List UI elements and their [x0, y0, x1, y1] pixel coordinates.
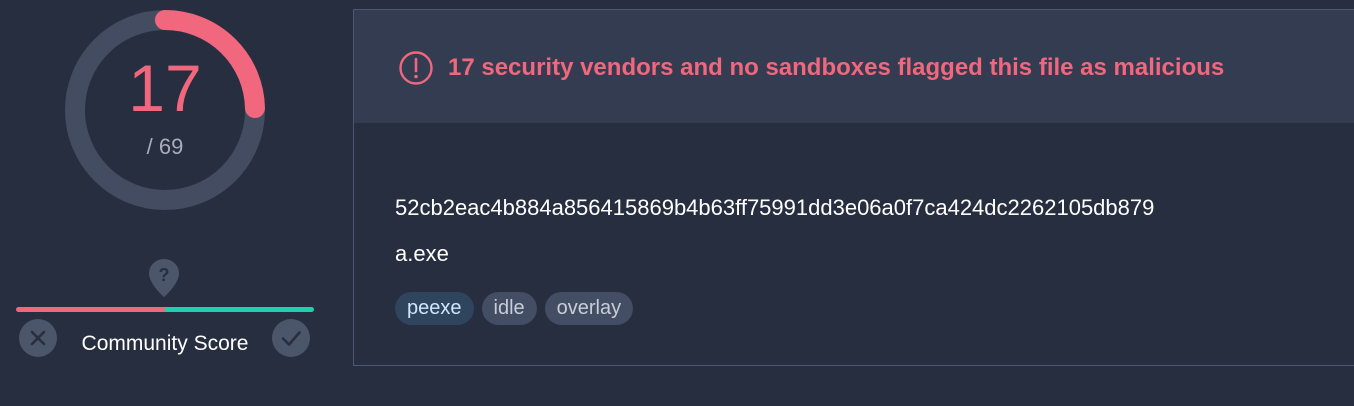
upvote-button[interactable] [272, 319, 310, 357]
community-score-bar [16, 307, 314, 312]
file-summary-card: 17 security vendors and no sandboxes fla… [353, 9, 1354, 366]
tag-idle[interactable]: idle [481, 292, 537, 325]
close-icon [30, 330, 46, 346]
exclamation-circle-icon [398, 50, 434, 86]
file-tags: peexe idle overlay [395, 292, 634, 325]
file-report-summary: 17 / 69 ? Community Score 17 security ve… [0, 0, 1354, 406]
file-name: a.exe [395, 241, 449, 266]
detection-alert-text: 17 security vendors and no sandboxes fla… [448, 54, 1225, 81]
detection-alert-banner: 17 security vendors and no sandboxes fla… [354, 10, 1354, 123]
svg-text:?: ? [159, 265, 170, 285]
detection-count: 17 [128, 51, 202, 125]
question-pin-icon[interactable]: ? [148, 258, 180, 298]
community-negative-segment [16, 307, 165, 312]
community-score-label: Community Score [81, 332, 249, 355]
check-icon [281, 331, 301, 346]
score-panel: 17 / 69 ? Community Score [0, 0, 330, 406]
detection-gauge: 17 / 69 [60, 5, 270, 215]
tag-peexe[interactable]: peexe [395, 292, 474, 325]
file-hash[interactable]: 52cb2eac4b884a856415869b4b63ff75991dd3e0… [395, 193, 1154, 223]
downvote-button[interactable] [19, 319, 57, 357]
tag-overlay[interactable]: overlay [544, 292, 634, 325]
community-positive-segment [165, 307, 314, 312]
engine-total: / 69 [146, 134, 184, 159]
